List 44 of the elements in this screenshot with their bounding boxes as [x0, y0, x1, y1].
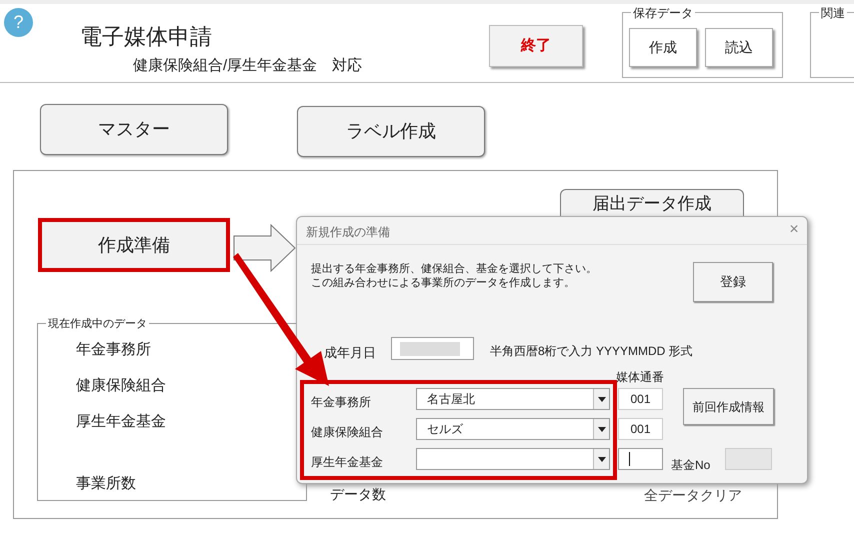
- nav-button[interactable]: ラベル作成: [297, 106, 485, 157]
- previous-info-button[interactable]: 前回作成情報: [683, 388, 774, 425]
- clear-data-button[interactable]: 全データクリア: [618, 484, 768, 506]
- field-label: 事業所数: [76, 474, 136, 494]
- nav-button[interactable]: マスター: [40, 104, 228, 155]
- dropdown-field[interactable]: セルズ: [416, 418, 610, 440]
- instruction-text: 提出する年金事務所、健保組合、基金を選択して下さい。 この組み合わせによる事業所のデータを作成します。: [311, 262, 597, 290]
- caret-icon[interactable]: [593, 419, 609, 439]
- group-label: 保存データ: [631, 4, 695, 22]
- date-input-field[interactable]: [391, 337, 474, 360]
- redacted-value: [400, 342, 460, 356]
- hint-text: 半角西暦8桁で入力 YYYYMMDD 形式: [490, 343, 693, 360]
- save-data-button[interactable]: 読込: [705, 28, 773, 67]
- save-data-button[interactable]: 作成: [629, 28, 697, 67]
- fund-number-field[interactable]: [725, 448, 772, 470]
- exit-button[interactable]: 終了: [489, 25, 583, 67]
- column-header: 媒体通番: [616, 369, 664, 386]
- serial-input-field[interactable]: 001: [618, 418, 663, 440]
- field-label: 年金事務所: [311, 394, 371, 411]
- serial-input-field[interactable]: [618, 448, 663, 470]
- field-label: 成年月日: [324, 344, 376, 362]
- serial-input-field[interactable]: 001: [618, 388, 663, 410]
- submit-data-button[interactable]: 届出データ作成: [560, 189, 744, 216]
- field-label: 厚生年金基金: [311, 454, 383, 471]
- field-label: 厚生年金基金: [76, 412, 166, 432]
- caret-icon[interactable]: [593, 389, 609, 409]
- field-label: 基金No: [671, 457, 710, 474]
- field-label: データ数: [330, 485, 386, 504]
- field-label: 健康保険組合: [76, 376, 166, 396]
- register-button[interactable]: 登録: [693, 262, 773, 302]
- dropdown-field[interactable]: 名古屋北: [416, 388, 610, 410]
- field-label: 健康保険組合: [311, 424, 383, 441]
- block-arrow-icon: [233, 224, 297, 272]
- group-label: 関連: [819, 4, 847, 22]
- field-label: 年金事務所: [76, 340, 151, 360]
- app-title: 電子媒体申請: [80, 23, 212, 51]
- dropdown-field[interactable]: [416, 448, 610, 470]
- caret-icon[interactable]: [593, 449, 609, 469]
- dropdown-value: セルズ: [426, 421, 464, 438]
- prepare-button[interactable]: 作成準備: [42, 222, 226, 268]
- app-subtitle: 健康保険組合/厚生年金基金 対応: [133, 56, 362, 76]
- dropdown-value: 名古屋北: [426, 391, 476, 408]
- dialog-title: 新規作成の準備: [306, 224, 390, 241]
- text-cursor: [629, 452, 630, 466]
